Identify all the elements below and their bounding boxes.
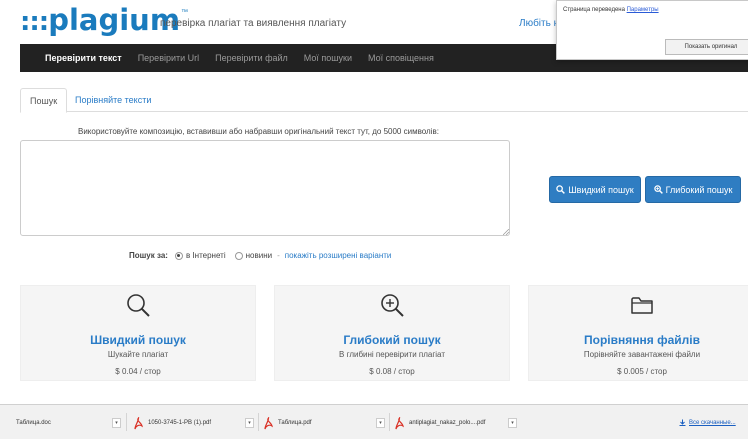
resize-grip-icon[interactable] — [503, 229, 509, 235]
radio-news-label: новини — [245, 251, 273, 260]
download-separator — [389, 413, 390, 431]
quick-search-button[interactable]: Швидкий пошук — [549, 176, 641, 203]
download-icon — [679, 419, 686, 426]
card-description: В глибині перевірити плагіат — [339, 350, 445, 359]
logo-dots: ::: — [20, 7, 49, 37]
card-description: Порівняйте завантажені файли — [583, 350, 701, 359]
download-separator — [126, 413, 127, 431]
nav-item-check-url[interactable]: Перевірити Url — [138, 53, 199, 63]
card-price: $ 0.005 / стор — [617, 367, 667, 376]
download-item-pdf-1[interactable]: 1050-3745-1-PB (1).pdf — [133, 415, 211, 431]
download-menu-arrow[interactable]: ▾ — [376, 418, 385, 428]
card-title: Глибокий пошук — [343, 333, 441, 347]
card-title: Швидкий пошук — [90, 333, 186, 347]
options-separator: - — [277, 251, 280, 260]
search-icon — [556, 185, 566, 194]
input-instructions: Використовуйте композицію, вставивши або… — [78, 127, 439, 136]
like-link[interactable]: Любіть н — [519, 18, 559, 29]
radio-internet-label: в Інтернеті — [185, 251, 226, 260]
download-filename: Таблица.pdf — [278, 420, 312, 426]
magnifier-icon — [127, 294, 150, 317]
feature-card-quick-search[interactable]: Швидкий пошук Шукайте плагіат $ 0.04 / с… — [20, 285, 256, 381]
pdf-file-icon — [134, 416, 143, 429]
logo-trademark: ™ — [181, 9, 189, 16]
feature-card-deep-search[interactable]: Глибокий пошук В глибині перевірити плаг… — [274, 285, 510, 381]
magnifier-plus-icon — [381, 294, 404, 317]
advanced-options-link[interactable]: покажіть розширені варіанти — [285, 251, 392, 260]
card-price: $ 0.04 / стор — [115, 367, 161, 376]
feature-card-compare-files[interactable]: Порівняння файлів Порівняйте завантажені… — [528, 285, 748, 381]
show-original-button[interactable]: Показать оригинал — [665, 39, 748, 55]
text-input[interactable] — [20, 140, 510, 236]
download-item-pdf-3[interactable]: antiplagiat_nakaz_polo....pdf — [394, 415, 485, 431]
download-filename: 1050-3745-1-PB (1).pdf — [148, 420, 212, 426]
quick-search-label: Швидкий пошук — [568, 184, 634, 195]
download-filename: antiplagiat_nakaz_polo....pdf — [409, 420, 486, 426]
download-menu-arrow[interactable]: ▾ — [112, 418, 121, 428]
pdf-file-icon — [264, 416, 273, 429]
download-filename: Таблица.doc — [16, 420, 51, 426]
folder-icon — [631, 297, 653, 314]
pdf-file-icon — [395, 416, 404, 429]
download-menu-arrow[interactable]: ▾ — [245, 418, 254, 428]
nav-item-my-alerts[interactable]: Мої сповіщення — [368, 53, 434, 63]
nav-item-my-searches[interactable]: Мої пошуки — [304, 53, 352, 63]
nav-item-check-text[interactable]: Перевірити текст — [45, 53, 122, 63]
search-tabs: Пошук Порівняйте тексти — [20, 88, 748, 113]
card-price: $ 0.08 / стор — [369, 367, 415, 376]
card-description: Шукайте плагіат — [107, 350, 169, 359]
download-item-doc[interactable]: Таблица.doc — [12, 415, 51, 431]
translate-popup: Страница переведена Параметры Показать о… — [556, 0, 748, 60]
tab-compare-texts[interactable]: Порівняйте тексти — [66, 88, 160, 112]
show-all-label: Все скачанные... — [689, 419, 736, 426]
translate-options-link[interactable]: Параметры — [627, 7, 659, 13]
site-tagline: перевірка плагіат та виявлення плагіату — [160, 18, 347, 29]
zoom-in-icon — [653, 185, 663, 194]
search-options: Пошук за: в Інтернеті новини - покажіть … — [129, 251, 391, 260]
translate-message: Страница переведена Параметры — [563, 7, 659, 13]
download-bar: Таблица.doc ▾ 1050-3745-1-PB (1).pdf ▾ Т… — [0, 404, 748, 439]
card-title: Порівняння файлів — [584, 333, 700, 347]
show-all-downloads-link[interactable]: Все скачанные... — [679, 419, 736, 426]
radio-news[interactable] — [234, 251, 243, 260]
tab-search[interactable]: Пошук — [20, 88, 68, 113]
download-item-pdf-2[interactable]: Таблица.pdf — [263, 415, 312, 431]
radio-internet[interactable] — [174, 251, 183, 260]
deep-search-button[interactable]: Глибокий пошук — [645, 176, 741, 203]
download-menu-arrow[interactable]: ▾ — [508, 418, 517, 428]
search-by-label: Пошук за: — [129, 251, 168, 260]
translate-message-text: Страница переведена — [563, 7, 625, 13]
deep-search-label: Глибокий пошук — [665, 184, 733, 195]
nav-item-check-file[interactable]: Перевірити файл — [215, 53, 288, 63]
download-separator — [258, 413, 259, 431]
